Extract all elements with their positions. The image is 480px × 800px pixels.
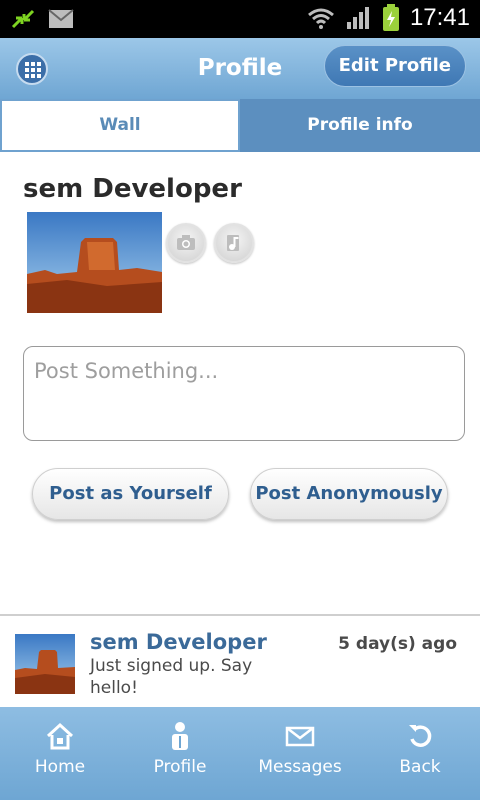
bottom-nav: Home Profile Messages Back [0, 707, 480, 800]
status-bar: 17:41 [0, 0, 480, 38]
grid-icon [25, 62, 41, 78]
app-header: Profile Edit Profile [0, 38, 480, 99]
tab-profile-info[interactable]: Profile info [240, 99, 480, 152]
feed-text: Just signed up. Say hello! [90, 656, 253, 698]
signal-icon [346, 7, 369, 29]
status-time: 17:41 [409, 4, 470, 31]
nav-home-label: Home [34, 757, 86, 777]
person-icon [172, 722, 188, 750]
add-photo-button[interactable] [166, 223, 206, 263]
add-audio-button[interactable] [214, 223, 254, 263]
tab-wall[interactable]: Wall [0, 99, 240, 152]
post-as-yourself-button[interactable]: Post as Yourself [32, 468, 229, 520]
music-note-icon [227, 235, 239, 251]
post-anonymously-button[interactable]: Post Anonymously [250, 468, 448, 520]
home-icon [46, 722, 74, 750]
wifi-icon [307, 8, 334, 29]
usb-debug-icon [11, 9, 35, 29]
post-input[interactable] [23, 346, 465, 441]
tab-bar: Wall Profile info [0, 99, 480, 152]
page-title: Profile [197, 55, 283, 81]
nav-back[interactable]: Back [360, 707, 480, 800]
menu-grid-button[interactable] [16, 53, 48, 85]
nav-home[interactable]: Home [0, 707, 120, 800]
nav-messages[interactable]: Messages [240, 707, 360, 800]
divider [0, 614, 480, 616]
feed-author-link[interactable]: sem Developer [90, 630, 267, 654]
nav-profile-label: Profile [153, 757, 207, 777]
battery-charging-icon [382, 4, 399, 31]
mail-notification-icon [48, 9, 74, 28]
nav-profile[interactable]: Profile [120, 707, 240, 800]
feed-avatar[interactable] [15, 634, 75, 694]
profile-name: sem Developer [23, 174, 242, 204]
back-arrow-icon [409, 725, 432, 747]
nav-back-label: Back [399, 757, 441, 777]
nav-messages-label: Messages [258, 757, 342, 777]
envelope-icon [285, 726, 315, 747]
feed-timestamp: 5 day(s) ago [338, 634, 457, 654]
profile-photo[interactable] [27, 212, 162, 313]
camera-icon [177, 235, 195, 250]
edit-profile-button[interactable]: Edit Profile [323, 45, 466, 87]
